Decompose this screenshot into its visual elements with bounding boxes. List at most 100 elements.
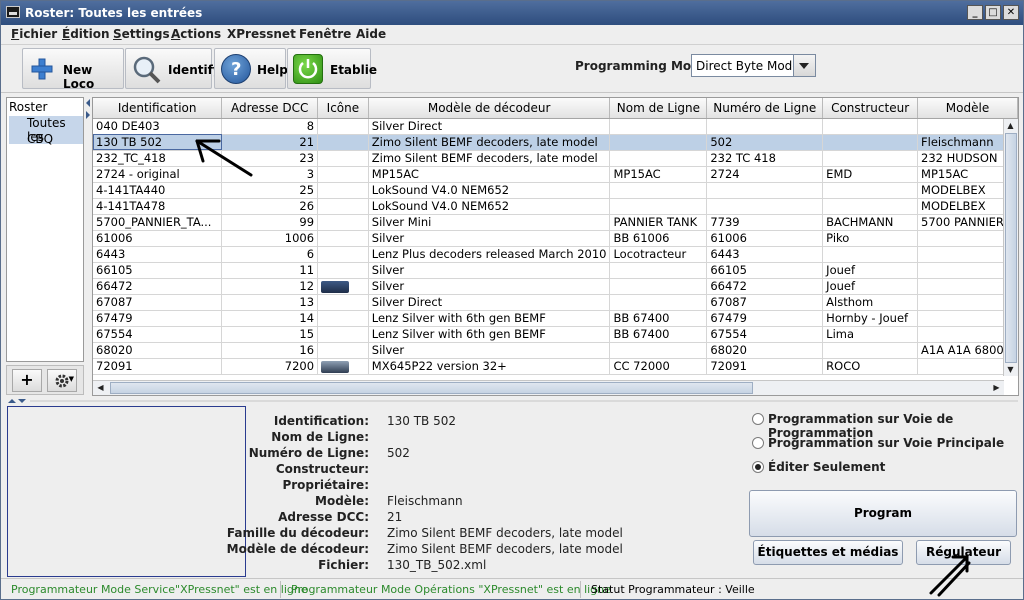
table-cell: 61006 xyxy=(93,230,223,247)
toolbar: New Loco Identify ? Help Etablie Program… xyxy=(1,45,1023,93)
splitter-arrows-icon[interactable] xyxy=(85,97,91,127)
table-row[interactable]: 040 DE403 8 Silver Direct xyxy=(93,118,1018,135)
minimize-button[interactable]: _ xyxy=(967,5,983,20)
table-row[interactable]: 5700_PANNIER_TA... 99 Silver Mini PANNIER T… xyxy=(93,214,1018,231)
table-row[interactable]: 66472 12 Silver 66472 Jouef xyxy=(93,278,1018,295)
table-row[interactable]: 4-141TA478 26 LokSound V4.0 NEM652 MODELBEX xyxy=(93,198,1018,215)
table-row[interactable]: 66105 11 Silver 66105 Jouef xyxy=(93,262,1018,279)
detail-label: Constructeur: xyxy=(275,462,369,476)
scroll-left-icon[interactable]: ◀ xyxy=(94,381,107,394)
table-cell: 6443 xyxy=(93,246,223,263)
table-row[interactable]: 67087 13 Silver Direct 67087 Alsthom xyxy=(93,294,1018,311)
radio-button[interactable] xyxy=(752,461,764,473)
table-cell xyxy=(706,198,824,215)
table-row[interactable]: 6443 6 Lenz Plus decoders released March 2… xyxy=(93,246,1018,263)
horizontal-scroll-thumb[interactable] xyxy=(110,382,753,394)
maximize-button[interactable]: □ xyxy=(985,5,1001,20)
table-cell xyxy=(609,198,708,215)
menu-fichier[interactable]: Fichier xyxy=(11,27,57,41)
table-row[interactable]: 68020 16 Silver 68020 A1A A1A 68000 xyxy=(93,342,1018,359)
scroll-right-icon[interactable]: ▶ xyxy=(990,381,1003,394)
roster-group-list: Roster Group Toutes les CBQ xyxy=(6,97,84,362)
labels-media-button[interactable]: Étiquettes et médias xyxy=(753,540,903,565)
app-icon xyxy=(6,6,20,18)
status-programmer: Statut Programmateur : Veille xyxy=(591,583,755,596)
table-cell: 7200 xyxy=(221,358,319,375)
table-cell-icon xyxy=(317,230,369,247)
menu-aide[interactable]: Aide xyxy=(356,27,386,41)
column-header[interactable]: Icône xyxy=(317,98,369,119)
table-row[interactable]: 4-141TA440 25 LokSound V4.0 NEM652 MODELBEX xyxy=(93,182,1018,199)
table-cell: ROCO xyxy=(822,358,919,375)
menu-fenetre[interactable]: Fenêtre xyxy=(299,27,351,41)
table-cell: 72091 xyxy=(706,358,824,375)
table-row[interactable]: 130 TB 502 21 Zimo Silent BEMF decoders, l… xyxy=(93,134,1018,151)
table-cell-icon xyxy=(317,342,369,359)
detail-label: Propriétaire: xyxy=(282,478,369,492)
column-header[interactable]: Constructeur xyxy=(822,98,919,119)
add-group-button[interactable]: + xyxy=(12,369,42,392)
radio-button[interactable] xyxy=(752,413,764,425)
column-header[interactable]: Modèle xyxy=(917,98,1018,119)
radio-button[interactable] xyxy=(752,437,764,449)
new-loco-button[interactable]: New Loco xyxy=(22,48,124,91)
table-row[interactable]: 232_TC_418 23 Zimo Silent BEMF decoders, l… xyxy=(93,150,1018,167)
table-cell: 2724 - original xyxy=(93,166,223,183)
radio-label[interactable]: Éditer Seulement xyxy=(768,460,885,474)
table-row[interactable]: 61006 1006 Silver BB 61006 61006 Piko xyxy=(93,230,1018,247)
table-cell: Lenz Silver with 6th gen BEMF xyxy=(368,310,611,327)
scroll-up-icon[interactable]: ▲ xyxy=(1004,119,1017,132)
table-cell: BACHMANN xyxy=(822,214,919,231)
table-row[interactable]: 67479 14 Lenz Silver with 6th gen BEMF BB 6… xyxy=(93,310,1018,327)
group-settings-button[interactable]: ▼ xyxy=(47,369,77,392)
table-cell-icon xyxy=(317,134,369,151)
table-row[interactable]: 72091 7200 MX645P22 version 32+ CC 72000 720… xyxy=(93,358,1018,375)
menu-edition[interactable]: Édition xyxy=(62,27,110,41)
table-horizontal-scrollbar[interactable]: ◀ ▶ xyxy=(93,380,1004,395)
locomotive-icon xyxy=(321,360,350,373)
close-button[interactable]: ✕ xyxy=(1003,5,1019,20)
table-cell xyxy=(822,118,919,135)
locomotive-icon xyxy=(321,280,350,293)
table-row[interactable]: 2724 - original 3 MP15AC MP15AC 2724 EMD MP15A… xyxy=(93,166,1018,183)
table-cell: 502 xyxy=(706,134,824,151)
column-header[interactable]: Nom de Ligne xyxy=(609,98,708,119)
power-icon xyxy=(293,54,323,84)
table-cell: Silver xyxy=(368,342,611,359)
table-cell-icon xyxy=(317,214,369,231)
throttle-button[interactable]: Régulateur xyxy=(916,540,1011,565)
table-cell: 66472 xyxy=(706,278,824,295)
horizontal-splitter[interactable] xyxy=(6,398,1020,404)
table-row[interactable]: 67554 15 Lenz Silver with 6th gen BEMF BB 6… xyxy=(93,326,1018,343)
radio-label[interactable]: Programmation sur Voie Principale xyxy=(768,436,1004,450)
table-cell: 7739 xyxy=(706,214,824,231)
column-header[interactable]: Modèle de décodeur xyxy=(368,98,611,119)
detail-label: Adresse DCC: xyxy=(278,510,369,524)
menu-settings[interactable]: Settings xyxy=(113,27,170,41)
programming-mode-select[interactable]: Direct Byte Mode xyxy=(691,54,816,77)
table-vertical-scrollbar[interactable]: ▲ ▼ xyxy=(1003,119,1018,376)
table-cell: 99 xyxy=(221,214,319,231)
table-cell: 2724 xyxy=(706,166,824,183)
title-bar[interactable]: Roster: Toutes les entrées _ □ ✕ xyxy=(1,1,1023,25)
identify-button[interactable]: Identify xyxy=(125,48,221,89)
help-button[interactable]: ? Help xyxy=(214,48,288,89)
chevron-down-icon[interactable] xyxy=(793,55,815,76)
table-cell: Zimo Silent BEMF decoders, late model xyxy=(368,134,611,151)
vertical-scroll-thumb[interactable] xyxy=(1005,133,1017,363)
table-cell: 66105 xyxy=(93,262,223,279)
table-cell: Lenz Plus decoders released March 2010 xyxy=(368,246,611,263)
menu-actions[interactable]: Actions xyxy=(171,27,221,41)
column-header[interactable]: Adresse DCC xyxy=(221,98,319,119)
column-header[interactable]: Identification xyxy=(93,98,223,119)
column-header[interactable]: Numéro de Ligne xyxy=(706,98,824,119)
group-item-cbq[interactable]: CBQ xyxy=(27,132,53,146)
table-cell: 21 xyxy=(221,134,319,151)
detail-value: Fleischmann xyxy=(387,494,463,508)
table-cell-icon xyxy=(317,358,369,375)
power-button[interactable]: Etablie xyxy=(287,48,377,89)
scroll-down-icon[interactable]: ▼ xyxy=(1004,363,1017,376)
program-button[interactable]: Program xyxy=(749,490,1017,537)
menu-xpressnet[interactable]: XPressnet xyxy=(227,27,296,41)
table-cell: MP15AC xyxy=(609,166,708,183)
